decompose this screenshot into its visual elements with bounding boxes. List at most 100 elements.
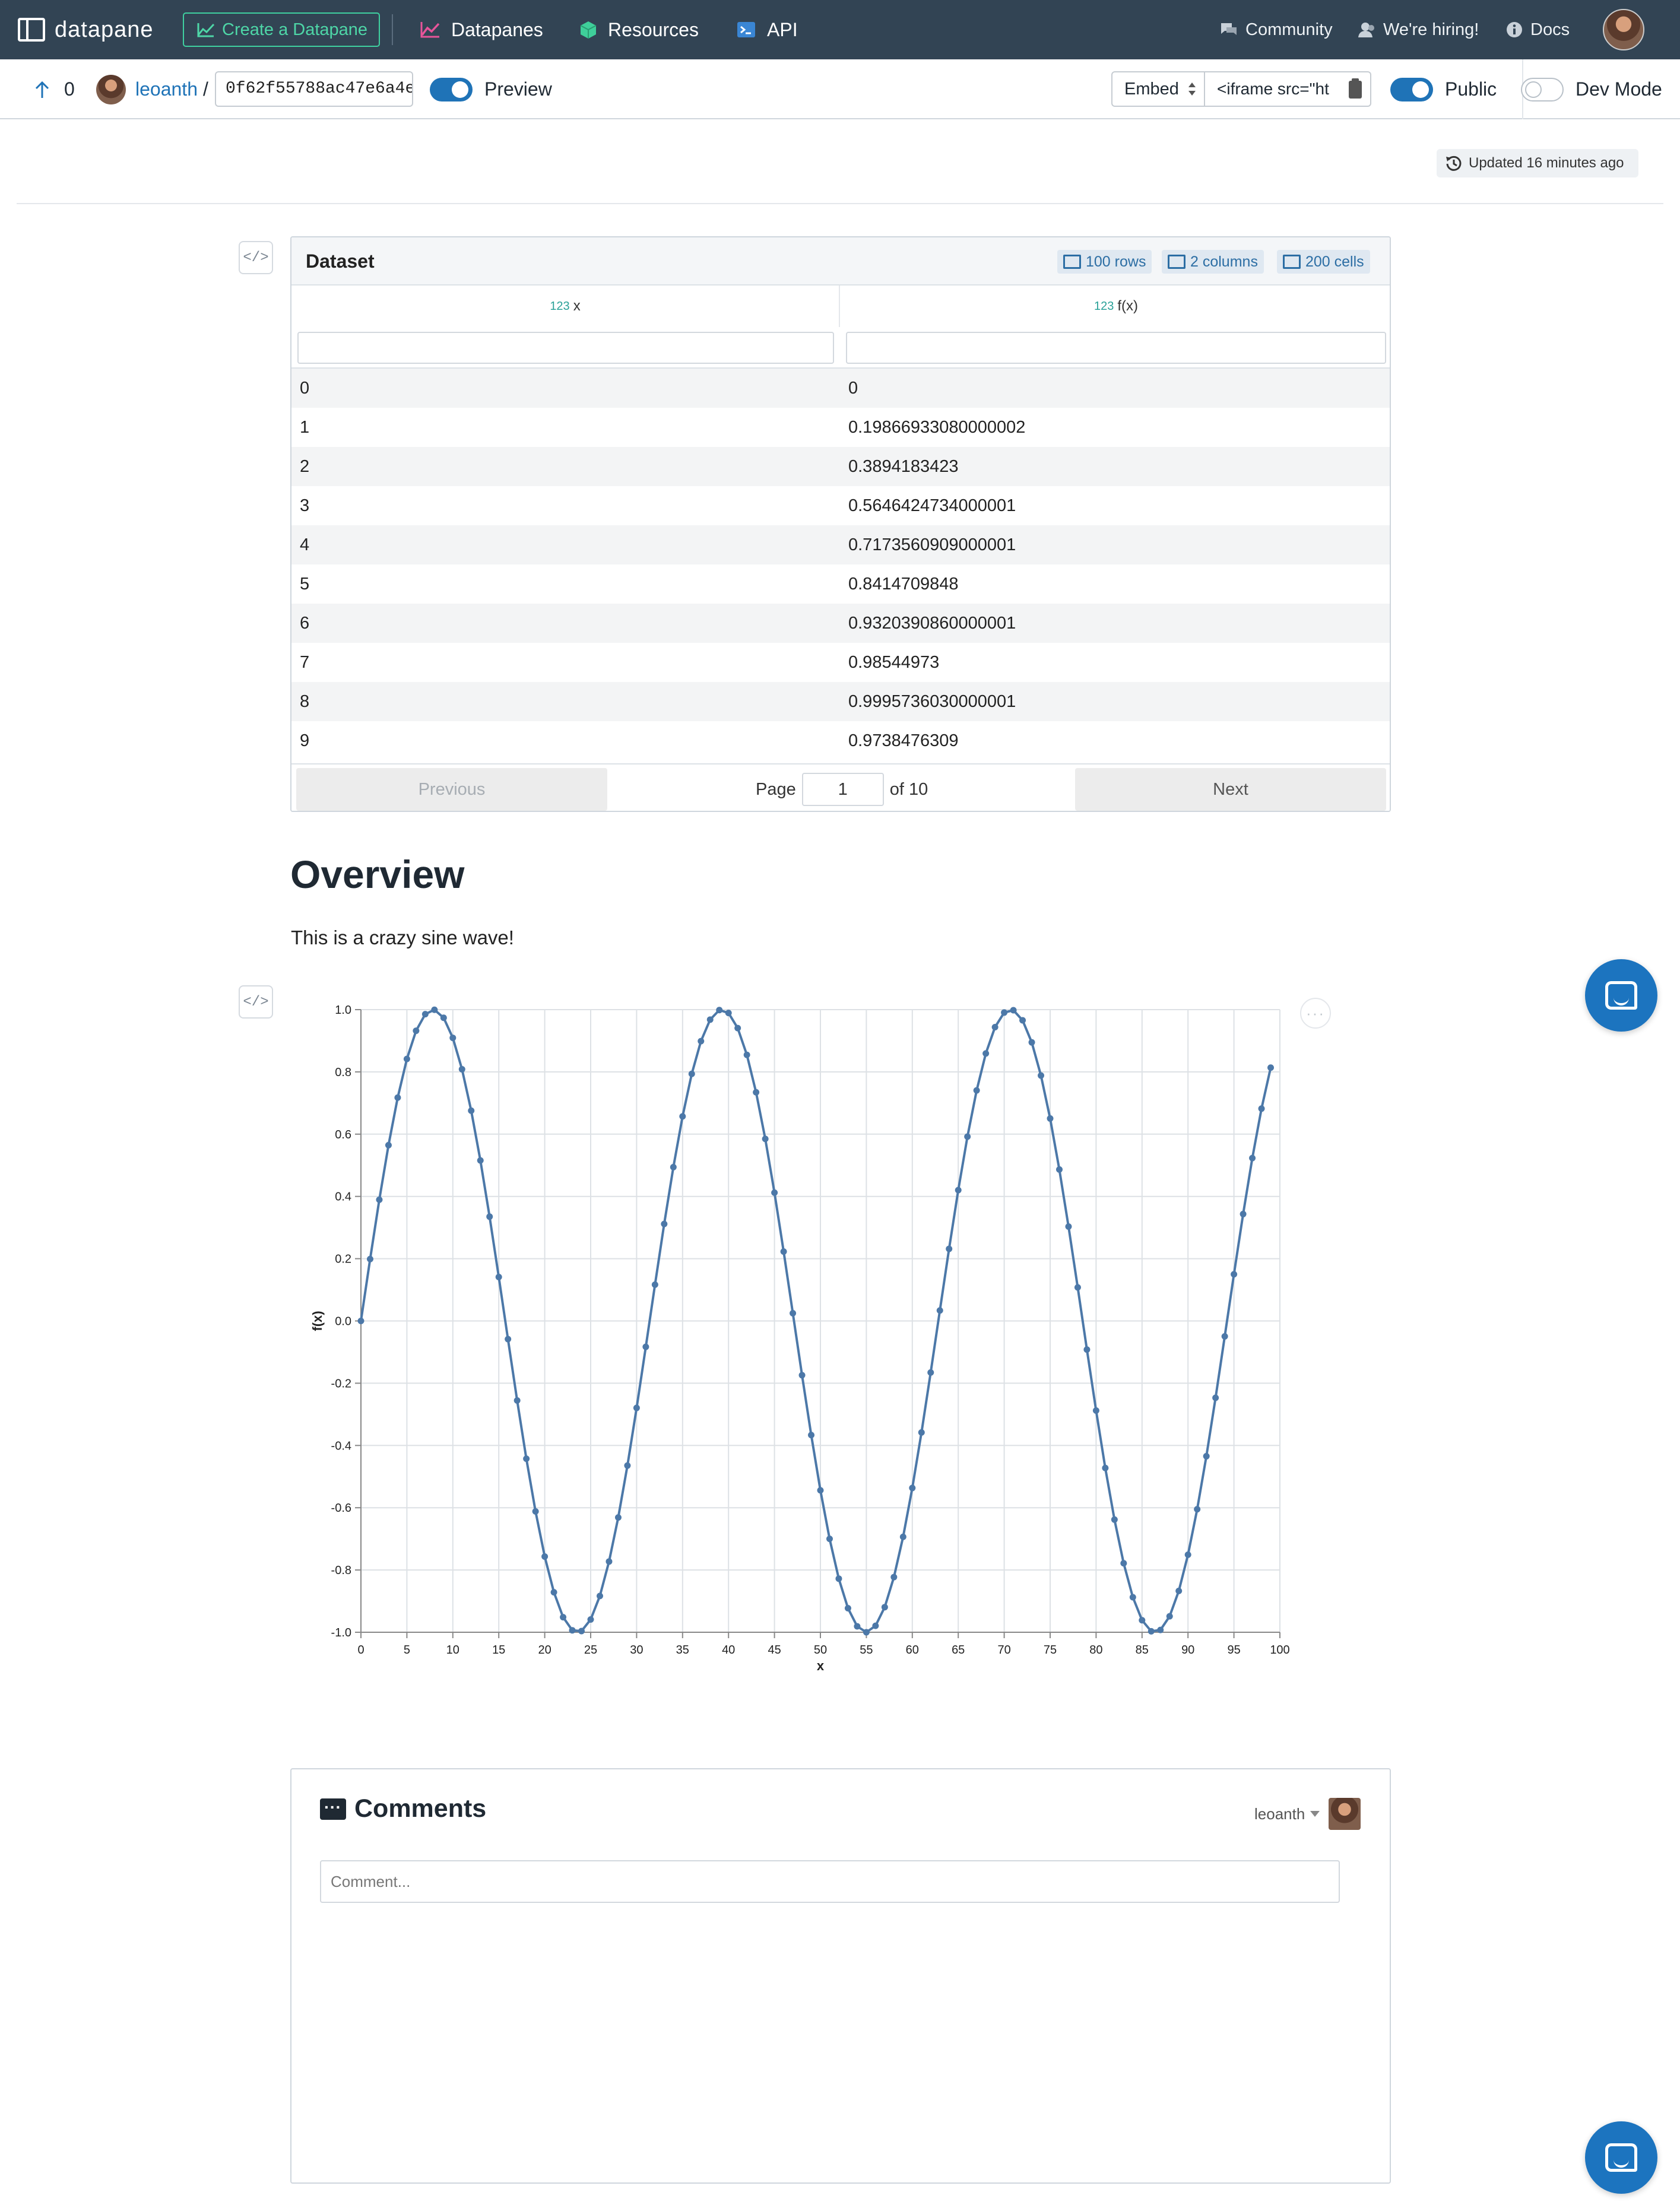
- data-point: [899, 1533, 906, 1540]
- rows-icon: [1063, 255, 1081, 269]
- cell-fx: 0.3894183423: [848, 457, 959, 476]
- devmode-switch[interactable]: [1521, 77, 1564, 101]
- create-datapane-button[interactable]: Create a Datapane: [183, 12, 380, 47]
- data-point: [817, 1487, 824, 1494]
- nav-community[interactable]: Community: [1219, 0, 1333, 59]
- column-name-x: x: [573, 298, 581, 314]
- data-point: [560, 1614, 567, 1621]
- devmode-toggle[interactable]: Dev Mode: [1521, 59, 1662, 119]
- previous-page-button[interactable]: Previous: [296, 768, 607, 811]
- columns-icon: [1168, 255, 1185, 269]
- user-avatar[interactable]: [1603, 9, 1644, 50]
- nav-resources[interactable]: Resources: [579, 0, 699, 59]
- data-point: [394, 1094, 401, 1101]
- data-point: [523, 1455, 530, 1463]
- columns-badge: 2 columns: [1162, 250, 1264, 274]
- sort-icon: [1188, 83, 1196, 96]
- filter-input-fx[interactable]: [846, 332, 1386, 364]
- filter-input-x[interactable]: [297, 332, 834, 364]
- y-tick-label: 1.0: [335, 1004, 351, 1017]
- x-tick-label: 70: [997, 1644, 1010, 1657]
- cell-x: 5: [300, 575, 310, 594]
- top-navbar: datapane Create a Datapane Datapanes Res…: [0, 0, 1680, 59]
- data-point: [1092, 1407, 1099, 1414]
- info-icon: [1507, 22, 1522, 37]
- data-point: [973, 1087, 980, 1094]
- chat-launcher-button[interactable]: [1585, 959, 1657, 1032]
- data-point: [403, 1055, 410, 1062]
- y-tick-label: -0.6: [331, 1502, 351, 1515]
- embed-select[interactable]: Embed: [1111, 71, 1205, 107]
- data-point: [614, 1514, 622, 1521]
- column-header-fx[interactable]: 123 f(x): [840, 285, 1390, 327]
- x-tick-label: 100: [1270, 1644, 1289, 1657]
- data-point: [1028, 1039, 1035, 1046]
- chat-launcher-button-bottom[interactable]: [1585, 2121, 1657, 2194]
- data-point: [918, 1429, 925, 1436]
- y-tick-label: -1.0: [331, 1626, 351, 1639]
- data-point: [606, 1558, 613, 1565]
- x-tick-label: 95: [1227, 1644, 1240, 1657]
- table-row: 8 0.9995736030000001: [291, 682, 1390, 721]
- nav-hiring[interactable]: We're hiring!: [1358, 0, 1479, 59]
- updated-badge: Updated 16 minutes ago: [1437, 149, 1638, 177]
- public-switch[interactable]: [1390, 77, 1433, 101]
- rows-count: 100 rows: [1086, 253, 1146, 270]
- chat-icon: [1221, 23, 1237, 35]
- clipboard-icon[interactable]: [1349, 78, 1362, 99]
- data-point: [532, 1508, 539, 1515]
- nav-divider: [392, 14, 393, 45]
- cell-x: 7: [300, 653, 310, 672]
- data-point: [725, 1010, 732, 1017]
- data-point: [670, 1163, 677, 1170]
- upvote-button[interactable]: 0: [34, 59, 75, 119]
- preview-toggle[interactable]: Preview: [430, 59, 552, 119]
- comment-user-select[interactable]: leoanth: [1254, 1798, 1361, 1830]
- data-point: [431, 1006, 438, 1013]
- code-toggle-dataset[interactable]: </>: [239, 241, 273, 274]
- nav-api[interactable]: API: [736, 0, 798, 59]
- y-tick-label: 0.2: [335, 1253, 351, 1266]
- comments-panel: Comments leoanth Comment...: [290, 1768, 1391, 2184]
- report-slug-field[interactable]: 0f62f55788ac47e6a4e: [215, 71, 413, 107]
- data-point: [633, 1404, 640, 1411]
- x-tick-label: 5: [404, 1644, 410, 1657]
- data-point: [385, 1141, 392, 1149]
- comment-input[interactable]: Comment...: [320, 1860, 1340, 1903]
- cell-fx: 0.98544973: [848, 653, 940, 672]
- cell-fx: 0.9995736030000001: [848, 692, 1016, 711]
- data-point: [1175, 1587, 1183, 1594]
- owner-link[interactable]: leoanth: [135, 59, 198, 119]
- comment-user-avatar: [1329, 1798, 1361, 1830]
- rows-badge: 100 rows: [1057, 250, 1152, 274]
- data-point: [440, 1014, 447, 1021]
- nav-docs[interactable]: Docs: [1505, 0, 1570, 59]
- y-tick-label: -0.4: [331, 1439, 351, 1452]
- filter-cell-fx: [840, 327, 1390, 369]
- dataset-table-block: Dataset 100 rows 2 columns 200 cells 123…: [290, 236, 1391, 812]
- create-datapane-label: Create a Datapane: [222, 20, 368, 39]
- preview-switch[interactable]: [430, 77, 473, 101]
- caret-down-icon: [1310, 1811, 1320, 1817]
- page-number-input[interactable]: 1: [801, 773, 884, 806]
- column-header-x[interactable]: 123 x: [291, 285, 840, 327]
- cell-x: 4: [300, 535, 310, 554]
- next-page-button[interactable]: Next: [1075, 768, 1386, 811]
- table-row: 2 0.3894183423: [291, 447, 1390, 486]
- data-point: [1038, 1072, 1045, 1079]
- data-point: [505, 1335, 512, 1343]
- comments-title: Comments: [354, 1794, 487, 1823]
- data-point: [991, 1024, 999, 1031]
- code-toggle-chart[interactable]: </>: [239, 985, 273, 1019]
- x-tick-label: 35: [676, 1644, 689, 1657]
- column-name-fx: f(x): [1117, 298, 1139, 314]
- y-tick-label: 0.6: [335, 1128, 351, 1141]
- data-point: [909, 1484, 916, 1492]
- x-tick-label: 10: [446, 1644, 459, 1657]
- data-point: [1166, 1613, 1173, 1620]
- embed-code-field[interactable]: <iframe src="ht: [1205, 71, 1371, 107]
- datapane-logo[interactable]: datapane: [18, 0, 154, 59]
- public-toggle[interactable]: Public: [1390, 59, 1497, 119]
- data-point: [1120, 1560, 1127, 1567]
- nav-datapanes[interactable]: Datapanes: [420, 0, 543, 59]
